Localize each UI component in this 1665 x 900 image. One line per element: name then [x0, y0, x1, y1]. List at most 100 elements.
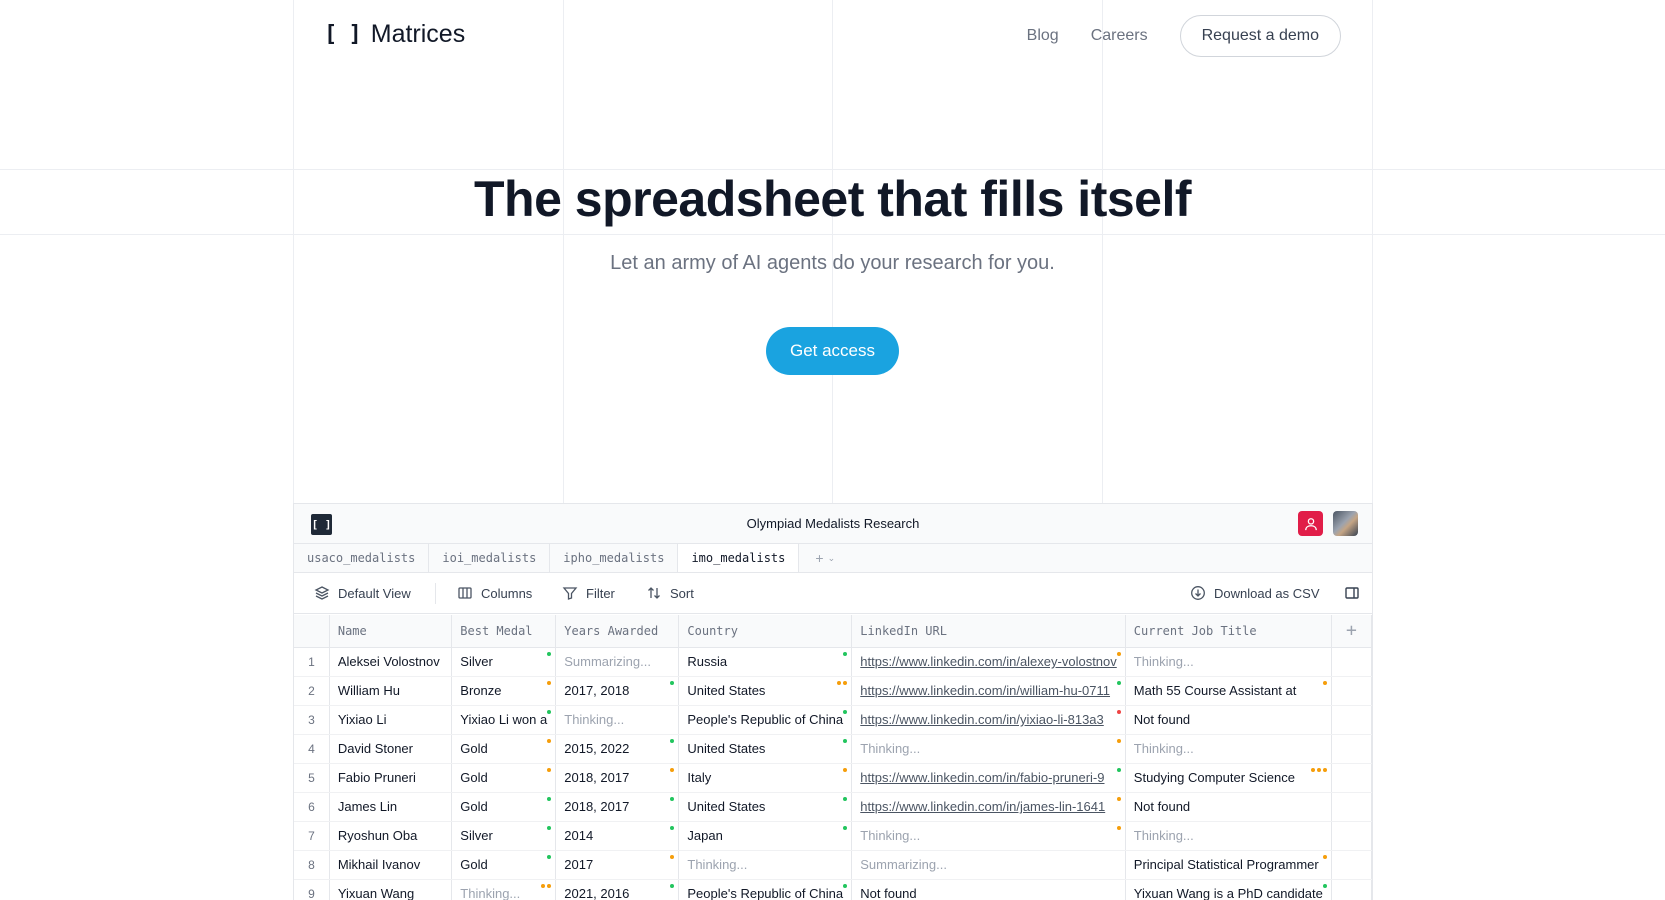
cell-linkedin-url[interactable]: https://www.linkedin.com/in/fabio-pruner…	[851, 763, 1126, 793]
cell-best-medal[interactable]: Gold	[451, 763, 557, 793]
cell-country[interactable]: United States	[678, 676, 853, 706]
cell-best-medal[interactable]: Gold	[451, 792, 557, 822]
request-demo-button[interactable]: Request a demo	[1179, 15, 1341, 57]
cell-country[interactable]: Japan	[678, 821, 853, 851]
cell-linkedin-url[interactable]: https://www.linkedin.com/in/william-hu-0…	[851, 676, 1126, 706]
nav-link-blog[interactable]: Blog	[1027, 27, 1059, 45]
cell-text: Thinking...	[1133, 741, 1194, 756]
user-icon[interactable]	[1298, 511, 1323, 536]
default-view-button[interactable]: Default View	[314, 585, 411, 601]
cell-text: Principal Statistical Programmer	[1133, 857, 1319, 872]
download-csv-button[interactable]: Download as CSV	[1190, 585, 1320, 601]
cell-years-awarded[interactable]: 2021, 2016	[555, 879, 680, 900]
cell-linkedin-url[interactable]: https://www.linkedin.com/in/yixiao-li-81…	[851, 705, 1126, 735]
cell-country[interactable]: United States	[678, 734, 853, 764]
table-row[interactable]: 2 William Hu Bronze 2017, 2018 United States…	[294, 676, 1372, 706]
table-row[interactable]: 3 Yixiao Li Yixiao Li won a Thinking... Peop…	[294, 705, 1372, 735]
row-index: 8	[294, 850, 330, 880]
cell-name[interactable]: William Hu	[329, 676, 453, 706]
cell-text: Yixuan Wang is a PhD candidate	[1133, 886, 1323, 900]
cell-current-job-title[interactable]: Not found	[1125, 792, 1332, 822]
cell-current-job-title[interactable]: Thinking...	[1125, 647, 1332, 677]
cell-name[interactable]: Yixiao Li	[329, 705, 453, 735]
cell-name[interactable]: Fabio Pruneri	[329, 763, 453, 793]
cell-linkedin-url[interactable]: Thinking...	[851, 821, 1126, 851]
cell-years-awarded[interactable]: 2018, 2017	[555, 792, 680, 822]
cell-current-job-title[interactable]: Studying Computer Science	[1125, 763, 1332, 793]
cell-best-medal[interactable]: Gold	[451, 850, 557, 880]
cell-years-awarded[interactable]: Thinking...	[555, 705, 680, 735]
status-dot	[843, 767, 848, 772]
cell-current-job-title[interactable]: Math 55 Course Assistant at	[1125, 676, 1332, 706]
cell-linkedin-url[interactable]: Thinking...	[851, 734, 1126, 764]
cell-best-medal[interactable]: Silver	[451, 821, 557, 851]
cell-name[interactable]: Mikhail Ivanov	[329, 850, 453, 880]
status-dot	[1116, 825, 1121, 830]
nav-link-careers[interactable]: Careers	[1091, 27, 1148, 45]
cell-country[interactable]: Italy	[678, 763, 853, 793]
cell-name[interactable]: David Stoner	[329, 734, 453, 764]
column-header-current-job-title[interactable]: Current Job Title	[1125, 615, 1332, 648]
table-row[interactable]: 1 Aleksei Volostnov Silver Summarizing... Ru…	[294, 647, 1372, 677]
table-row[interactable]: 8 Mikhail Ivanov Gold 2017 Thinking... Summar…	[294, 850, 1372, 880]
cell-current-job-title[interactable]: Principal Statistical Programmer	[1125, 850, 1332, 880]
cell-best-medal[interactable]: Thinking...	[451, 879, 557, 900]
tab-ipho-medalists[interactable]: ipho_medalists	[550, 544, 679, 572]
filter-button[interactable]: Filter	[562, 585, 615, 601]
add-tab-button[interactable]: + ⌄	[799, 544, 851, 572]
cell-linkedin-url[interactable]: Summarizing...	[851, 850, 1126, 880]
cell-linkedin-url[interactable]: https://www.linkedin.com/in/james-lin-16…	[851, 792, 1126, 822]
cell-years-awarded[interactable]: 2018, 2017	[555, 763, 680, 793]
cell-name[interactable]: Yixuan Wang	[329, 879, 453, 900]
cell-best-medal[interactable]: Bronze	[451, 676, 557, 706]
cell-country[interactable]: People's Republic of China	[678, 705, 853, 735]
tab-usaco-medalists[interactable]: usaco_medalists	[294, 544, 430, 572]
row-index: 1	[294, 647, 330, 677]
tab-imo-medalists[interactable]: imo_medalists	[678, 544, 800, 572]
empty-cell	[1331, 676, 1372, 706]
cell-current-job-title[interactable]: Thinking...	[1125, 821, 1332, 851]
cell-text: Russia	[687, 654, 728, 669]
avatar[interactable]	[1333, 511, 1358, 536]
cell-best-medal[interactable]: Yixiao Li won a	[451, 705, 557, 735]
table-row[interactable]: 4 David Stoner Gold 2015, 2022 United States…	[294, 734, 1372, 764]
table-row[interactable]: 9 Yixuan Wang Thinking... 2021, 2016 People'…	[294, 879, 1372, 900]
cell-best-medal[interactable]: Gold	[451, 734, 557, 764]
cell-linkedin-url[interactable]: Not found	[851, 879, 1126, 900]
cell-name[interactable]: Aleksei Volostnov	[329, 647, 453, 677]
cell-linkedin-url[interactable]: https://www.linkedin.com/in/alexey-volos…	[851, 647, 1126, 677]
cell-country[interactable]: Russia	[678, 647, 853, 677]
data-table: Name Best Medal Years Awarded Country Li…	[294, 615, 1372, 900]
cell-years-awarded[interactable]: 2014	[555, 821, 680, 851]
table-row[interactable]: 7 Ryoshun Oba Silver 2014 Japan Thinking... Th…	[294, 821, 1372, 851]
cell-name[interactable]: Ryoshun Oba	[329, 821, 453, 851]
add-column-button[interactable]: +	[1331, 615, 1372, 648]
cell-current-job-title[interactable]: Not found	[1125, 705, 1332, 735]
cell-name[interactable]: James Lin	[329, 792, 453, 822]
sort-button[interactable]: Sort	[646, 585, 694, 601]
cell-years-awarded[interactable]: 2017	[555, 850, 680, 880]
panel-toggle-button[interactable]	[1344, 585, 1360, 601]
table-row[interactable]: 5 Fabio Pruneri Gold 2018, 2017 Italy https:/…	[294, 763, 1372, 793]
cell-country[interactable]: United States	[678, 792, 853, 822]
cell-country[interactable]: Thinking...	[678, 850, 853, 880]
cell-country[interactable]: People's Republic of China	[678, 879, 853, 900]
table-row[interactable]: 6 James Lin Gold 2018, 2017 United States htt…	[294, 792, 1372, 822]
column-header-linkedin-url[interactable]: LinkedIn URL	[851, 615, 1126, 648]
cell-current-job-title[interactable]: Thinking...	[1125, 734, 1332, 764]
cell-current-job-title[interactable]: Yixuan Wang is a PhD candidate	[1125, 879, 1332, 900]
tab-ioi-medalists[interactable]: ioi_medalists	[429, 544, 551, 572]
cell-text: https://www.linkedin.com/in/yixiao-li-81…	[860, 712, 1104, 727]
columns-button[interactable]: Columns	[457, 585, 532, 601]
column-header-best-medal[interactable]: Best Medal	[451, 615, 557, 648]
cell-years-awarded[interactable]: 2017, 2018	[555, 676, 680, 706]
column-header-country[interactable]: Country	[678, 615, 853, 648]
cell-years-awarded[interactable]: Summarizing...	[555, 647, 680, 677]
site-logo[interactable]: [ ] Matrices	[324, 20, 465, 49]
get-access-button[interactable]: Get access	[766, 327, 899, 375]
cell-text: Studying Computer Science	[1133, 770, 1295, 785]
column-header-years-awarded[interactable]: Years Awarded	[555, 615, 680, 648]
cell-best-medal[interactable]: Silver	[451, 647, 557, 677]
column-header-name[interactable]: Name	[329, 615, 453, 648]
cell-years-awarded[interactable]: 2015, 2022	[555, 734, 680, 764]
